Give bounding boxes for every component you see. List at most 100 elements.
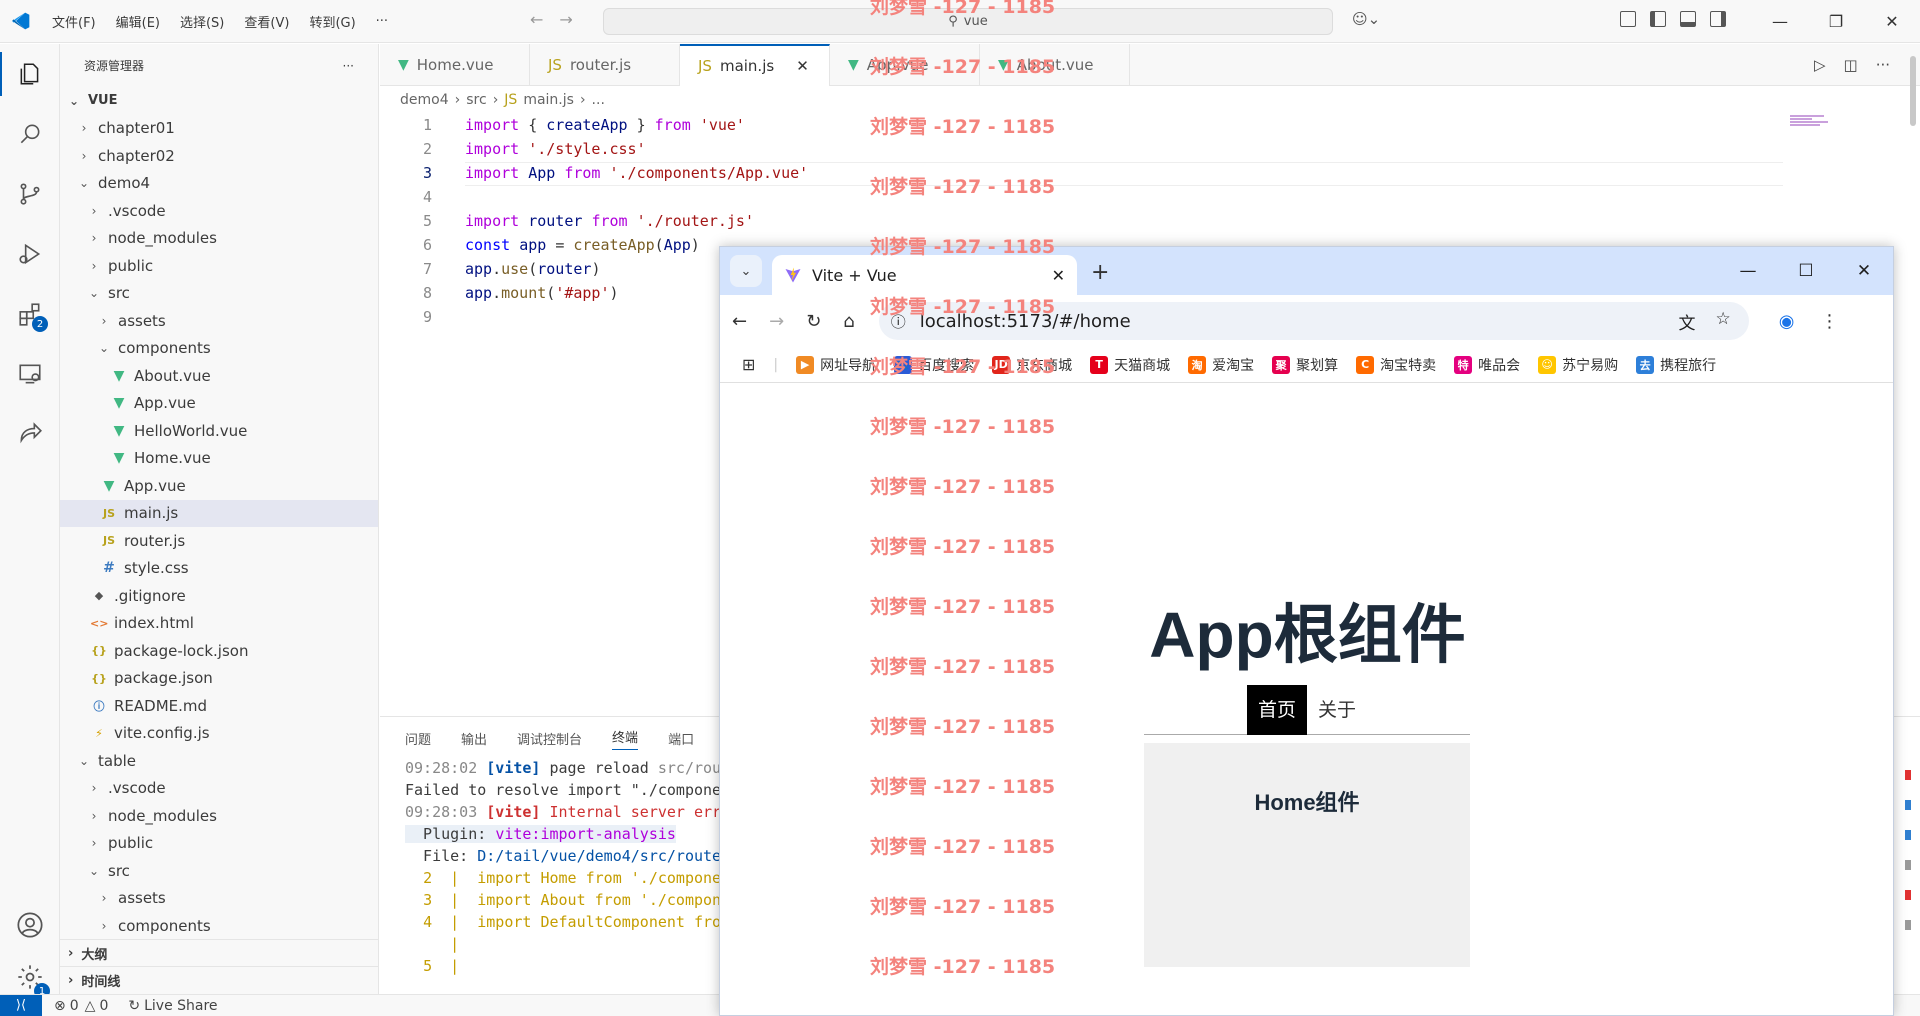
code-line[interactable]: 1 import { createApp } from 'vue' [380,113,1840,137]
tree-item[interactable]: › assets [60,307,378,335]
apps-grid-icon[interactable]: ⊞ [742,355,755,374]
bookmark-item[interactable]: 特唯品会 [1454,355,1520,375]
panel-tab[interactable]: 输出 [461,729,487,748]
source-control-icon[interactable] [0,164,60,224]
toggle-secondary-sidebar-icon[interactable] [1710,11,1726,27]
customize-layout-icon[interactable] [1620,11,1636,27]
tree-item[interactable]: ⌄ components [60,335,378,363]
home-icon[interactable]: ⌂ [843,311,854,332]
tree-item[interactable]: ⌄ demo4 [60,170,378,198]
bookmark-item[interactable]: 淘爱淘宝 [1188,355,1254,375]
tree-item[interactable]: › node_modules [60,802,378,830]
breadcrumb-item[interactable]: src [466,92,486,108]
menu-item[interactable]: ··· [366,14,398,29]
tree-item[interactable]: › assets [60,885,378,913]
browser-menu-icon[interactable]: ⋮ [1820,311,1838,332]
warning-icon[interactable]: △ [85,998,96,1014]
tree-item[interactable]: ▼ App.vue [60,472,378,500]
restore-icon[interactable]: ❐ [1808,0,1864,43]
tree-item[interactable]: JS main.js [60,499,378,527]
tree-item[interactable]: {} package-lock.json [60,637,378,665]
panel-tab[interactable]: 调试控制台 [517,729,582,748]
bookmark-star-icon[interactable]: ☆ [1715,309,1730,334]
editor-tab[interactable]: JS main.js ✕ [680,44,830,86]
close-icon[interactable]: ✕ [1864,0,1920,43]
bookmark-item[interactable]: 🐾 百度搜索 [894,355,974,375]
minimize-icon[interactable]: — [1752,0,1808,43]
panel-tab[interactable]: 端口 [668,729,694,748]
error-icon[interactable]: ⊗ [54,998,66,1014]
tree-item[interactable]: ⌄ src [60,280,378,308]
live-share-icon[interactable] [0,404,60,464]
tree-item[interactable]: › public [60,830,378,858]
menu-item[interactable]: 转到(G) [299,12,365,31]
back-arrow-icon[interactable]: ← [530,10,543,29]
toggle-panel-icon[interactable] [1680,11,1696,27]
bookmark-item[interactable]: 聚聚划算 [1272,355,1338,375]
maximize-icon[interactable]: ☐ [1777,247,1835,295]
command-center-search[interactable]: ⚲ vue [603,8,1333,35]
nav-link-home[interactable]: 首页 [1246,684,1307,735]
minimize-icon[interactable]: — [1719,247,1777,295]
site-info-icon[interactable]: ⓘ [891,311,906,332]
more-actions-icon[interactable]: ··· [343,59,354,73]
tree-item[interactable]: › components [60,912,378,940]
menu-item[interactable]: 编辑(E) [106,12,170,31]
tree-item[interactable]: ▼ App.vue [60,390,378,418]
tree-item[interactable]: ⌄ src [60,857,378,885]
extensions-icon[interactable]: 2 [0,284,60,344]
editor-tab[interactable]: ▼ Home.vue [380,44,530,86]
back-icon[interactable]: ← [732,311,747,332]
workspace-root[interactable]: ⌄ VUE [60,87,378,115]
minimap[interactable] [1790,115,1830,129]
tree-item[interactable]: ⓘ README.md [60,692,378,720]
panel-tab[interactable]: 问题 [405,729,431,748]
new-tab-icon[interactable]: + [1091,260,1109,285]
translate-icon[interactable]: 文 [1678,309,1695,334]
breadcrumb-item[interactable]: ... [592,92,605,108]
browser-tab[interactable]: Vite + Vue ✕ [772,255,1077,295]
tree-item[interactable]: › chapter02 [60,142,378,170]
split-editor-icon[interactable]: ◫ [1844,56,1858,74]
tree-item[interactable]: › public [60,252,378,280]
bookmark-item[interactable]: 去携程旅行 [1636,355,1716,375]
panel-tab[interactable]: 终端 [612,727,639,750]
tree-item[interactable]: ⚡ vite.config.js [60,720,378,748]
live-share-status[interactable]: Live Share [144,998,217,1014]
close-tab-icon[interactable]: ✕ [796,57,809,75]
bookmark-item[interactable]: T 天猫商城 [1090,355,1170,375]
timeline-section[interactable]: › 时间线 [60,966,378,993]
tree-item[interactable]: # style.css [60,555,378,583]
code-line[interactable]: 4 [380,185,1840,209]
forward-icon[interactable]: → [769,311,784,332]
explorer-icon[interactable] [0,44,60,104]
run-debug-icon[interactable] [0,224,60,284]
address-bar[interactable]: ⓘ localhost:5173/#/home 文 ☆ [878,302,1749,340]
run-icon[interactable]: ▷ [1814,56,1826,74]
editor-tab[interactable]: ▼ App.vue [830,44,980,86]
menu-item[interactable]: 查看(V) [234,12,299,31]
editor-tab[interactable]: ▼ About.vue [980,44,1130,86]
breadcrumb-item[interactable]: demo4 [400,92,449,108]
editor-scrollbar[interactable] [1910,56,1916,126]
profile-icon[interactable]: ◉ [1779,311,1795,332]
tree-item[interactable]: ◆ .gitignore [60,582,378,610]
tree-item[interactable]: › .vscode [60,197,378,225]
bookmark-item[interactable]: JD 京东商城 [992,355,1072,375]
tree-item[interactable]: JS router.js [60,527,378,555]
forward-arrow-icon[interactable]: → [559,10,572,29]
code-line[interactable]: 3 import App from './components/App.vue' [380,161,1840,185]
tab-search-dropdown-icon[interactable]: ⌄ [730,255,762,287]
reload-icon[interactable]: ↻ [806,311,821,332]
tree-item[interactable]: ▼ About.vue [60,362,378,390]
close-icon[interactable]: ✕ [1835,247,1893,295]
more-actions-icon[interactable]: ··· [1876,56,1890,74]
tree-item[interactable]: › .vscode [60,775,378,803]
bookmark-item[interactable]: ☺ 苏宁易购 [1538,355,1618,375]
toggle-sidebar-icon[interactable] [1650,11,1666,27]
remote-explorer-icon[interactable] [0,344,60,404]
tree-item[interactable]: ⌄ table [60,747,378,775]
code-line[interactable]: 5 import router from './router.js' [380,209,1840,233]
code-line[interactable]: 2 import './style.css' [380,137,1840,161]
copilot-icon[interactable]: ☺⌄ [1352,10,1380,28]
